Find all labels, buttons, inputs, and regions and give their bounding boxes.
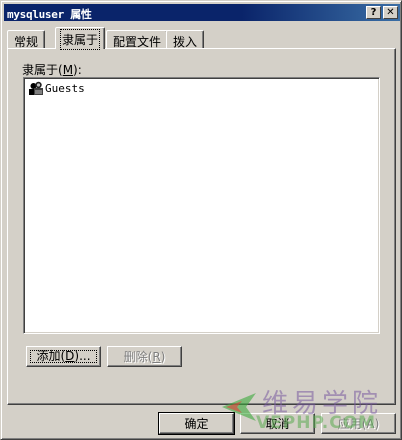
tab-panel: 隶属于(M): Guests 添加(D)... 删除(R) <box>7 48 396 405</box>
remove-button[interactable]: 删除(R) <box>107 346 182 367</box>
tab-member-of[interactable]: 隶属于 <box>55 27 106 50</box>
tab-strip: 常规 隶属于 配置文件 拨入 <box>7 27 397 50</box>
help-icon: ? <box>370 7 377 18</box>
user-group-icon <box>29 81 43 95</box>
list-item-label: Guests <box>45 81 85 95</box>
help-button[interactable]: ? <box>366 6 381 19</box>
properties-dialog: mysqluser 属性 ? ✕ 常规 隶属于 配置文件 拨入 隶属于(M): <box>0 0 402 440</box>
tab-general[interactable]: 常规 <box>7 30 46 49</box>
close-button[interactable]: ✕ <box>383 6 398 19</box>
title-bar[interactable]: mysqluser 属性 ? ✕ <box>4 4 400 21</box>
tab-dial-in[interactable]: 拨入 <box>166 30 205 49</box>
member-of-list[interactable]: Guests <box>23 77 380 334</box>
add-button[interactable]: 添加(D)... <box>26 346 101 367</box>
cancel-button[interactable]: 取消 <box>240 413 315 434</box>
member-of-label: 隶属于(M): <box>22 63 82 77</box>
window-title: mysqluser 属性 <box>7 8 92 21</box>
close-icon: ✕ <box>386 7 395 18</box>
tab-profile[interactable]: 配置文件 <box>106 30 169 49</box>
list-item[interactable]: Guests <box>28 80 85 96</box>
ok-button[interactable]: 确定 <box>158 412 235 435</box>
apply-button[interactable]: 应用(A) <box>321 413 396 434</box>
